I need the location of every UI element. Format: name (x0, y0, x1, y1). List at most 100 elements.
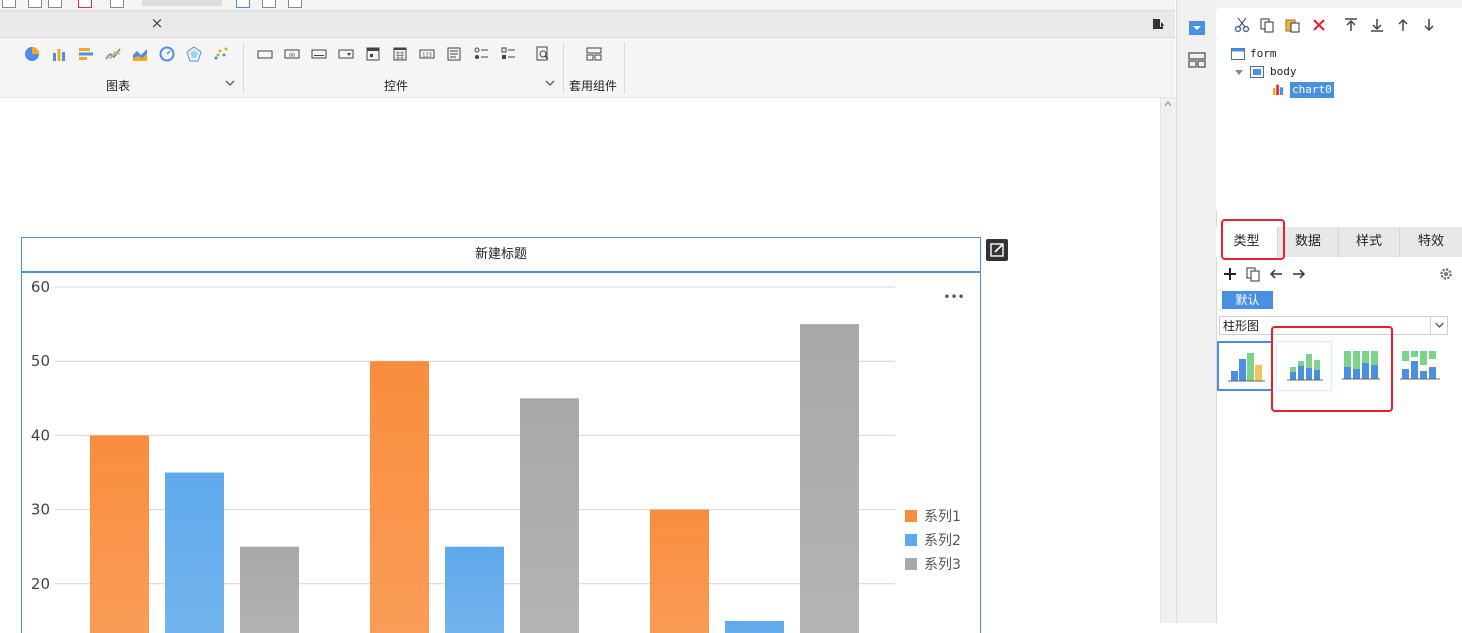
widget-tree: form body chart0 (1216, 40, 1462, 210)
chart-title[interactable]: 新建标题 (21, 237, 981, 272)
chart-widget[interactable]: 60 50 40 30 20 ••• 系列1 系列2 系列3 (21, 272, 981, 633)
gear-icon[interactable] (1438, 266, 1454, 282)
clustered-bar-card[interactable] (1217, 341, 1273, 391)
radar-icon[interactable] (186, 46, 202, 62)
svg-text:123: 123 (422, 53, 432, 59)
tree-expand-icon[interactable] (1235, 68, 1243, 76)
move-down-icon[interactable] (1421, 17, 1437, 33)
duplicate-icon[interactable] (1245, 266, 1261, 282)
scatter-icon[interactable] (213, 46, 229, 62)
move-bottom-icon[interactable] (1369, 17, 1385, 33)
waterfall-bar-card[interactable] (1394, 341, 1448, 389)
editor-tab-bar: × (0, 11, 1175, 38)
horizontal-bar-icon[interactable] (78, 46, 94, 62)
side-mini-panel (1176, 0, 1217, 623)
panel-header-cropped (1216, 0, 1462, 8)
clustered-bar-icon (1219, 343, 1271, 389)
add-icon[interactable] (1222, 266, 1238, 282)
pin-icon[interactable] (1150, 16, 1166, 32)
scroll-up-arrow-icon[interactable] (1164, 100, 1172, 108)
y-tick-label: 40 (31, 426, 50, 444)
area-chart-icon[interactable] (132, 46, 148, 62)
arrow-right-icon[interactable] (1291, 266, 1307, 282)
component-toolbar: 图表 ab 123 控件 套用组件 (0, 38, 1175, 98)
label-icon[interactable] (257, 46, 273, 62)
bar (370, 361, 429, 633)
canvas-scrollbar[interactable] (1160, 98, 1176, 623)
chevron-down-icon[interactable] (545, 78, 555, 88)
tree-toolbar (1216, 9, 1462, 39)
bar-chart-icon[interactable] (51, 46, 67, 62)
bar (445, 547, 504, 633)
legend-swatch (905, 510, 917, 522)
new-file-icon[interactable] (2, 0, 16, 8)
close-red-icon[interactable] (78, 0, 92, 8)
edit-icon[interactable] (986, 239, 1008, 261)
chart-node-icon (1271, 83, 1285, 95)
y-tick-label: 60 (31, 278, 50, 296)
radio-group-icon[interactable] (473, 46, 489, 62)
bar (90, 435, 149, 633)
bar (165, 473, 224, 633)
tree-item-body[interactable]: body (1270, 64, 1297, 80)
group-divider (243, 42, 244, 94)
move-top-icon[interactable] (1343, 17, 1359, 33)
checkbox-group-icon[interactable] (500, 46, 516, 62)
template-group-label: 套用组件 (569, 77, 617, 94)
tree-item-form[interactable]: form (1250, 46, 1277, 62)
preview-icon[interactable] (110, 0, 124, 8)
bar (650, 510, 709, 633)
svg-text:ab: ab (289, 53, 295, 59)
tab-data[interactable]: 数据 (1278, 227, 1339, 257)
search-icon[interactable] (535, 46, 551, 62)
textbox-icon[interactable]: ab (284, 46, 300, 62)
legend-swatch (905, 558, 917, 570)
group-divider (563, 42, 564, 94)
delete-icon[interactable] (1311, 17, 1327, 33)
group-divider (624, 42, 625, 94)
arrow-tool-icon[interactable] (262, 0, 276, 8)
tab-effects[interactable]: 特效 (1400, 227, 1462, 257)
arrow-left-icon[interactable] (1268, 266, 1284, 282)
tree-item-chart0[interactable]: chart0 (1290, 82, 1334, 98)
body-icon (1250, 66, 1264, 78)
gauge-icon[interactable] (159, 46, 175, 62)
more-options-icon[interactable]: ••• (943, 290, 964, 304)
textarea-icon[interactable] (446, 46, 462, 62)
blue-tool-icon[interactable] (236, 0, 250, 8)
dropdown-icon[interactable] (338, 46, 354, 62)
y-tick-label: 50 (31, 352, 50, 370)
copy-icon[interactable] (1259, 17, 1275, 33)
layout-icon[interactable] (1187, 50, 1207, 70)
open-file-icon[interactable] (28, 0, 42, 8)
legend-label: 系列1 (924, 509, 961, 525)
number-icon[interactable]: 123 (419, 46, 435, 62)
move-up-icon[interactable] (1395, 17, 1411, 33)
button-icon[interactable] (311, 46, 327, 62)
y-tick-label: 30 (31, 501, 50, 519)
y-tick-label: 20 (31, 575, 50, 593)
line-chart-icon[interactable] (105, 46, 121, 62)
template-component-icon[interactable] (586, 46, 602, 62)
bar-chart: 60 50 40 30 20 ••• 系列1 系列2 系列3 (22, 273, 980, 633)
widget-settings-icon[interactable] (1187, 18, 1207, 38)
calendar-icon[interactable] (392, 46, 408, 62)
comment-tool-icon[interactable] (288, 0, 302, 8)
paste-icon[interactable] (1284, 17, 1300, 33)
default-chart-badge[interactable]: 默认 (1222, 291, 1273, 309)
cut-icon[interactable] (1234, 17, 1250, 33)
bar (520, 398, 579, 633)
chevron-down-icon[interactable] (1430, 316, 1448, 335)
control-group-label: 控件 (384, 77, 408, 94)
waterfall-bar-icon (1394, 341, 1448, 389)
pie-chart-icon[interactable] (24, 46, 40, 62)
chevron-down-icon[interactable] (225, 78, 235, 88)
top-menu-strip (0, 0, 1175, 11)
save-icon[interactable] (48, 0, 62, 8)
template-label-cropped[interactable] (142, 0, 222, 6)
legend-label: 系列3 (924, 557, 961, 573)
date-icon[interactable] (365, 46, 381, 62)
tab-close-button[interactable]: × (148, 14, 166, 32)
legend-label: 系列2 (924, 533, 961, 549)
tab-style[interactable]: 样式 (1339, 227, 1400, 257)
